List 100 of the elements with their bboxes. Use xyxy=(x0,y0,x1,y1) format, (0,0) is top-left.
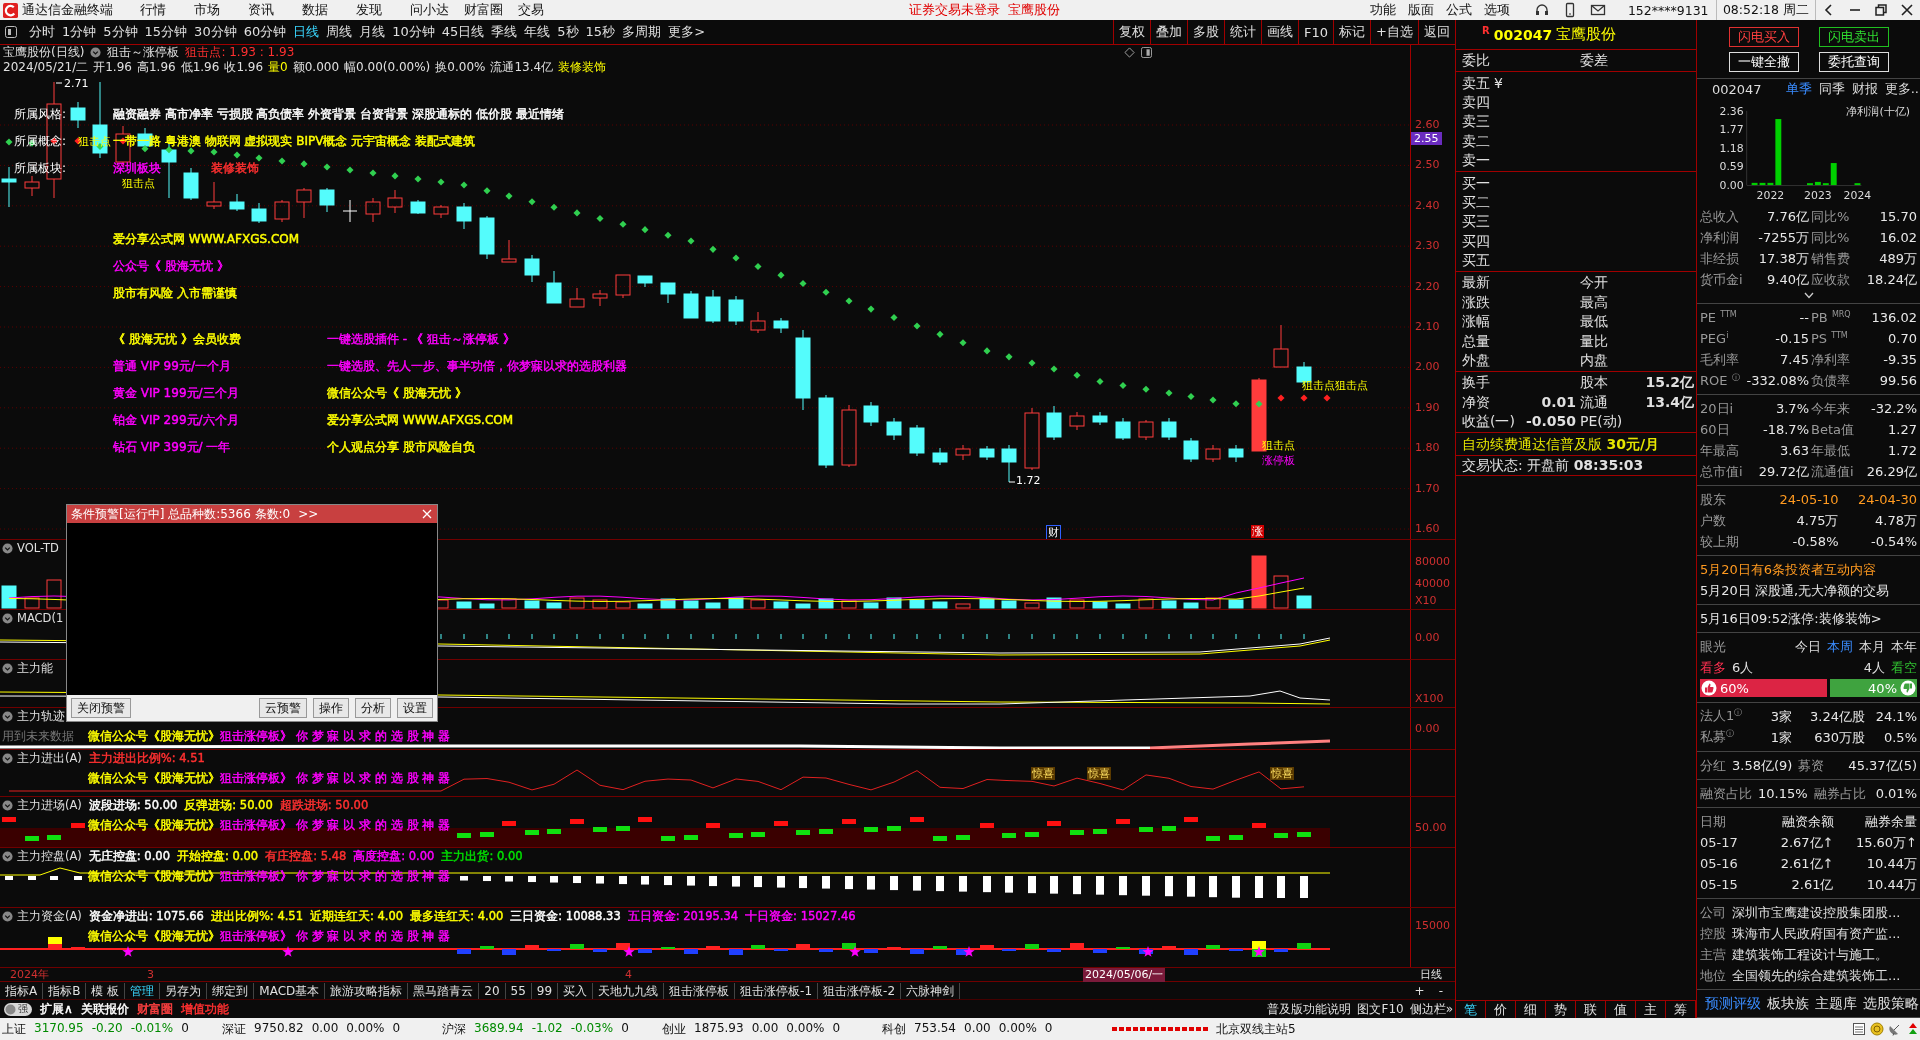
period-tab[interactable]: 30分钟 xyxy=(194,23,237,41)
menu-item[interactable]: 市场 xyxy=(194,1,248,19)
zoom-button[interactable]: + xyxy=(1414,983,1425,998)
dropdown-icon[interactable] xyxy=(2,799,13,811)
dish-icon[interactable] xyxy=(1888,1022,1902,1036)
dialog-button[interactable]: 云预警 xyxy=(259,698,307,718)
back-icon[interactable] xyxy=(1823,4,1835,16)
news-item[interactable]: 5月20日有6条投资者互动内容 xyxy=(1700,559,1917,580)
menu-item[interactable]: 选项 xyxy=(1483,1,1510,19)
indicator-tab[interactable]: 买入 xyxy=(558,982,594,999)
dropdown-icon[interactable] xyxy=(2,612,13,624)
close-icon[interactable] xyxy=(1901,4,1913,16)
link[interactable]: 增值功能 xyxy=(180,1000,229,1018)
menu-item[interactable]: 问小达 xyxy=(410,1,464,19)
period-tab[interactable]: 季线 xyxy=(491,23,518,41)
expand-link[interactable]: >> xyxy=(298,507,319,521)
dropdown-icon[interactable] xyxy=(2,752,13,764)
mail-icon[interactable] xyxy=(1589,2,1606,18)
chart-tool-button[interactable]: 画线 xyxy=(1261,20,1299,44)
panel-icon[interactable] xyxy=(1141,47,1152,58)
chart-tool-button[interactable]: +自选 xyxy=(1370,20,1418,44)
indicator-tab[interactable]: 指标A xyxy=(0,982,44,999)
coin-icon[interactable] xyxy=(1870,1022,1884,1036)
sidebar-toggle-icon[interactable] xyxy=(5,26,17,38)
period-tab[interactable]: 5秒 xyxy=(557,23,579,41)
indicator-tab[interactable]: 狙击涨停板 xyxy=(664,982,736,999)
period-tab[interactable]: 今日 xyxy=(1795,637,1821,656)
report-tab[interactable]: 同季 xyxy=(1818,80,1845,99)
diamond-icon[interactable] xyxy=(1124,47,1135,58)
menu-item[interactable]: 发现 xyxy=(356,1,410,19)
indicator-tab[interactable]: 另存为 xyxy=(160,982,208,999)
info-tab[interactable]: 预测评级 xyxy=(1705,994,1761,1013)
period-tab[interactable]: 周线 xyxy=(326,23,353,41)
indicator-tab[interactable]: 绑定到 xyxy=(207,982,255,999)
menu-item[interactable]: 数据 xyxy=(302,1,356,19)
dropdown-icon[interactable] xyxy=(2,662,13,674)
period-tab[interactable]: 月线 xyxy=(359,23,386,41)
period-tab[interactable]: 1分钟 xyxy=(62,23,97,41)
indicator-tab[interactable]: 六脉神剑 xyxy=(901,982,961,999)
link[interactable]: 侧边栏» xyxy=(1409,1000,1453,1018)
menu-item[interactable]: 公式 xyxy=(1445,1,1472,19)
indicator-tab[interactable]: 狙击涨停板-2 xyxy=(818,982,902,999)
period-tab[interactable]: 年线 xyxy=(524,23,551,41)
indicator-tab[interactable]: 99 xyxy=(531,982,559,999)
dialog-button[interactable]: 关闭预警 xyxy=(71,698,131,718)
indicator-tab[interactable]: 旅游攻略指标 xyxy=(325,982,409,999)
menu-item[interactable]: 版面 xyxy=(1407,1,1434,19)
period-tab[interactable]: 本年 xyxy=(1891,637,1917,656)
period-tab[interactable]: 10分钟 xyxy=(392,23,435,41)
trade-button[interactable]: 闪电买入 xyxy=(1728,26,1799,47)
indicator-tab[interactable]: 55 xyxy=(505,982,532,999)
period-tab[interactable]: 本月 xyxy=(1859,637,1885,656)
period-tab[interactable]: 多周期 xyxy=(622,23,662,41)
chevron-down-icon[interactable] xyxy=(1803,292,1814,299)
restore-icon[interactable] xyxy=(1875,4,1887,16)
period-tab[interactable]: 分时 xyxy=(29,23,55,41)
period-tab[interactable]: 15分钟 xyxy=(144,23,188,41)
document-icon[interactable] xyxy=(1852,1022,1866,1036)
chart-tool-button[interactable]: 统计 xyxy=(1224,20,1262,44)
period-tab[interactable]: 15秒 xyxy=(585,23,616,41)
dropdown-icon[interactable] xyxy=(2,542,13,554)
period-tab[interactable]: 更多> xyxy=(668,23,706,41)
zoom-button[interactable]: - xyxy=(1438,983,1443,998)
menu-item[interactable]: 财富圈 xyxy=(464,1,518,19)
info-tab[interactable]: 选股策略 xyxy=(1863,994,1919,1013)
chart-tool-button[interactable]: 标记 xyxy=(1333,20,1371,44)
link[interactable]: 普及版功能说明 xyxy=(1267,1000,1352,1018)
chart-tool-button[interactable]: 多股 xyxy=(1187,20,1225,44)
link[interactable]: 关联报价 xyxy=(80,1000,129,1018)
menu-item[interactable]: 行情 xyxy=(140,1,194,19)
menu-item[interactable]: 资讯 xyxy=(248,1,302,19)
news-item[interactable]: 5月20日 深股通,无大净额的交易 xyxy=(1700,580,1917,601)
dialog-button[interactable]: 设置 xyxy=(397,698,433,718)
indicator-tab[interactable]: 管理 xyxy=(125,982,161,999)
indicator-tab[interactable]: 狙击涨停板-1 xyxy=(735,982,819,999)
trade-button[interactable]: 一键全撤 xyxy=(1728,51,1799,72)
trade-button[interactable]: 闪电卖出 xyxy=(1818,26,1889,47)
arrows-icon[interactable] xyxy=(1906,1022,1920,1036)
menu-item[interactable]: 交易 xyxy=(518,1,572,19)
link[interactable]: 图文F10 xyxy=(1357,1000,1404,1018)
report-tab[interactable]: 更多.. xyxy=(1884,80,1919,99)
link[interactable]: 财富圈 xyxy=(136,1000,173,1018)
indicator-tab[interactable]: MACD基本 xyxy=(254,982,326,999)
trade-button[interactable]: 委托查询 xyxy=(1818,51,1889,72)
dropdown-icon[interactable] xyxy=(90,47,102,58)
report-tab[interactable]: 单季 xyxy=(1785,80,1812,99)
period-tab[interactable]: 本周 xyxy=(1827,637,1853,656)
indicator-tab[interactable]: 模 板 xyxy=(86,982,126,999)
link[interactable]: 扩展∧ xyxy=(40,1000,73,1018)
period-tab[interactable]: 日线 xyxy=(293,23,320,41)
toggle-switch[interactable]: 强 xyxy=(4,1002,32,1016)
period-tab[interactable]: 60分钟 xyxy=(243,23,287,41)
info-tab[interactable]: 板块族 xyxy=(1767,994,1809,1013)
chart-tool-button[interactable]: 叠加 xyxy=(1150,20,1188,44)
indicator-tab[interactable]: 指标B xyxy=(43,982,87,999)
indicator-tab[interactable]: 黑马踏青云 xyxy=(408,982,480,999)
report-tab[interactable]: 财报 xyxy=(1851,80,1878,99)
headset-icon[interactable] xyxy=(1533,2,1550,18)
info-tab[interactable]: 主题库 xyxy=(1815,994,1857,1013)
period-tab[interactable]: 5分钟 xyxy=(103,23,138,41)
